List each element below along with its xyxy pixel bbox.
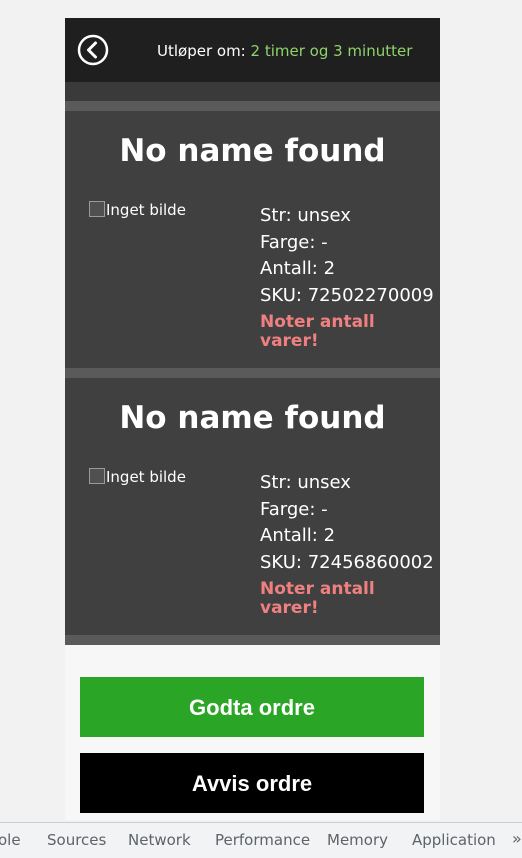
broken-image-icon bbox=[89, 468, 105, 484]
item-size: Str: unsex bbox=[260, 472, 351, 493]
product-image: Inget bilde bbox=[89, 468, 186, 486]
devtools-more-tabs-icon[interactable]: » bbox=[512, 829, 522, 848]
item-color: Farge: - bbox=[260, 498, 328, 520]
divider bbox=[65, 101, 440, 111]
order-item-card: No name found Inget bilde Str: unsex Far… bbox=[65, 111, 440, 368]
devtools-tab-console[interactable]: ole bbox=[0, 831, 21, 849]
item-details: Str: unsex Farge: - Antall: 2 SKU: 72502… bbox=[260, 203, 434, 351]
item-note: Noter antall varer! bbox=[260, 311, 375, 351]
item-details: Str: unsex Farge: - Antall: 2 SKU: 72456… bbox=[260, 470, 434, 618]
reject-order-button[interactable]: Avvis ordre bbox=[80, 753, 424, 813]
item-title: No name found bbox=[119, 133, 386, 169]
devtools-tab-memory[interactable]: Memory bbox=[327, 831, 388, 849]
devtools-tab-application[interactable]: Application bbox=[412, 831, 496, 849]
item-note: Noter antall varer! bbox=[260, 578, 375, 618]
product-image: Inget bilde bbox=[89, 201, 186, 219]
expiry-text: Utløper om: 2 timer og 3 minutter bbox=[157, 42, 412, 60]
item-quantity: Antall: 2 bbox=[260, 258, 336, 280]
expiry-time: 2 timer og 3 minutter bbox=[250, 42, 413, 60]
header-bar: Utløper om: 2 timer og 3 minutter bbox=[65, 18, 440, 82]
devtools-tab-sources[interactable]: Sources bbox=[47, 831, 106, 849]
devtools-tab-performance[interactable]: Performance bbox=[215, 831, 310, 849]
item-quantity: Antall: 2 bbox=[260, 525, 336, 547]
divider bbox=[65, 635, 440, 645]
devtools-tab-bar: ole Sources Network Performance Memory A… bbox=[0, 822, 522, 858]
image-alt-text: Inget bilde bbox=[106, 468, 186, 486]
item-size: Str: unsex bbox=[260, 205, 351, 226]
page: Utløper om: 2 timer og 3 minutter No nam… bbox=[0, 0, 522, 858]
divider bbox=[65, 368, 440, 378]
order-item-card: No name found Inget bilde Str: unsex Far… bbox=[65, 378, 440, 635]
expiry-label: Utløper om: bbox=[157, 42, 246, 60]
mobile-viewport: Utløper om: 2 timer og 3 minutter No nam… bbox=[65, 18, 440, 820]
item-color: Farge: - bbox=[260, 231, 328, 253]
image-alt-text: Inget bilde bbox=[106, 201, 186, 219]
item-title: No name found bbox=[119, 400, 386, 436]
back-arrow-circle-icon bbox=[77, 34, 109, 66]
header-subbar bbox=[65, 82, 440, 101]
item-sku: SKU: 72456860002 bbox=[260, 552, 434, 574]
devtools-tab-network[interactable]: Network bbox=[128, 831, 191, 849]
item-sku: SKU: 72502270009 bbox=[260, 285, 434, 307]
back-button[interactable] bbox=[77, 34, 109, 66]
broken-image-icon bbox=[89, 201, 105, 217]
accept-order-button[interactable]: Godta ordre bbox=[80, 677, 424, 737]
